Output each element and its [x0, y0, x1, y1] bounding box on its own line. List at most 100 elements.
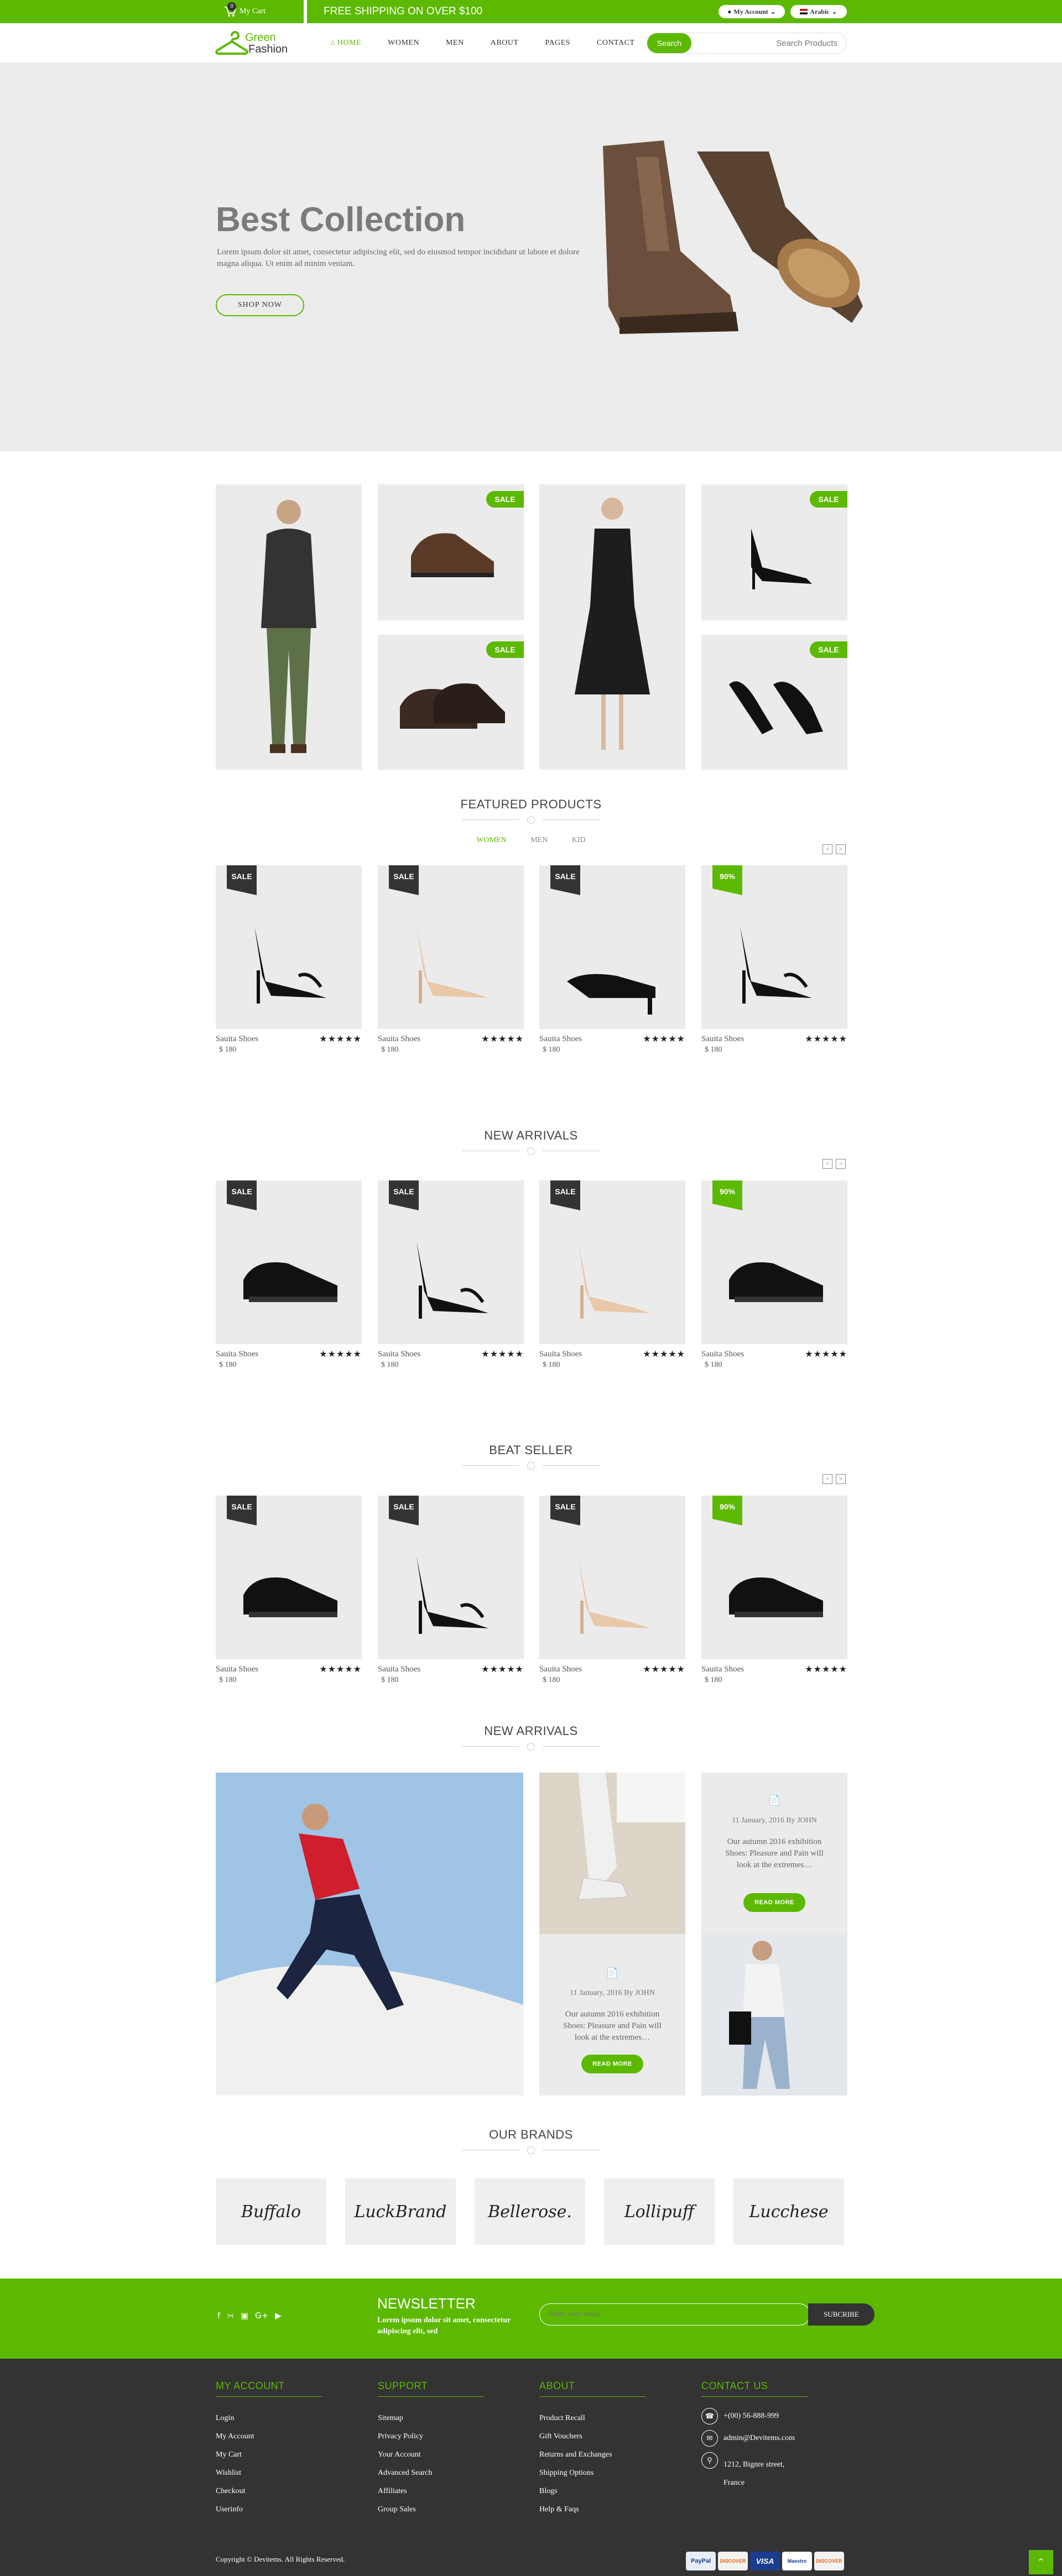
rss-icon[interactable]: ∺: [227, 2311, 234, 2321]
tab-kid[interactable]: KID: [572, 836, 586, 844]
footer-link[interactable]: Login: [216, 2409, 322, 2427]
product-name[interactable]: Sauita Shoes: [378, 1034, 420, 1044]
promo-tile-shoe-1[interactable]: SALE: [378, 484, 524, 620]
nav-home[interactable]: ⌂ HOME: [330, 39, 361, 48]
product-name[interactable]: Sauita Shoes: [216, 1034, 258, 1044]
product-name[interactable]: Sauita Shoes: [539, 1034, 582, 1044]
footer-link[interactable]: Gift Vouchers: [539, 2427, 645, 2446]
product-name[interactable]: Sauita Shoes: [216, 1665, 258, 1674]
product-name[interactable]: Sauita Shoes: [701, 1350, 744, 1359]
next-arrow-icon[interactable]: >: [836, 1474, 846, 1484]
promo-tile-man[interactable]: [216, 484, 362, 770]
nav-men[interactable]: MEN: [446, 39, 464, 48]
footer-link[interactable]: Wishlist: [216, 2464, 322, 2482]
promo-tile-woman[interactable]: [539, 484, 685, 770]
tab-men[interactable]: MEN: [530, 836, 548, 844]
product-card[interactable]: 90% Sauita Shoes ★★★★★ $ 180: [701, 865, 847, 1054]
shop-now-button[interactable]: SHOP NOW: [216, 294, 304, 316]
blog-image-3[interactable]: [701, 1934, 847, 2096]
newsletter-email-input[interactable]: [539, 2303, 810, 2326]
product-card[interactable]: SALE Sauita Shoes ★★★★★ $ 180: [539, 865, 685, 1054]
my-account-dropdown[interactable]: ● My Account ⌄: [719, 5, 785, 18]
product-name[interactable]: Sauita Shoes: [539, 1665, 582, 1674]
brand-logo-buffalo[interactable]: Buffalo: [216, 2178, 326, 2245]
product-card[interactable]: SALE Sauita Shoes ★★★★★ $ 180: [539, 1496, 685, 1684]
footer-link[interactable]: Advanced Search: [378, 2464, 484, 2482]
footer-link[interactable]: Checkout: [216, 2482, 322, 2500]
read-more-button[interactable]: READ MORE: [743, 1893, 805, 1912]
product-image[interactable]: SALE: [216, 1180, 362, 1344]
brand-logo-bellerose[interactable]: Bellerose.: [475, 2178, 585, 2245]
next-arrow-icon[interactable]: >: [836, 1159, 846, 1169]
brand-logo-lollipuff[interactable]: Lollipuff: [604, 2178, 715, 2245]
search-input[interactable]: [695, 33, 844, 53]
cart-link[interactable]: 0 My Cart: [224, 2, 301, 20]
language-dropdown[interactable]: Arabic ⌄: [790, 5, 847, 18]
product-card[interactable]: SALE Sauita Shoes ★★★★★ $ 180: [216, 865, 362, 1054]
scroll-to-top-button[interactable]: ⌃: [1029, 2550, 1053, 2574]
next-arrow-icon[interactable]: >: [836, 844, 846, 854]
product-image[interactable]: 90%: [701, 1180, 847, 1344]
facebook-icon[interactable]: f: [217, 2311, 220, 2321]
product-image[interactable]: SALE: [216, 1496, 362, 1659]
promo-tile-shoe-2[interactable]: SALE: [701, 484, 847, 620]
footer-link[interactable]: Blogs: [539, 2482, 645, 2500]
product-card[interactable]: SALE Sauita Shoes ★★★★★ $ 180: [378, 865, 524, 1054]
tab-women[interactable]: WOMEN: [476, 836, 506, 844]
footer-link[interactable]: Privacy Policy: [378, 2427, 484, 2446]
product-card[interactable]: 90% Sauita Shoes ★★★★★ $ 180: [701, 1180, 847, 1369]
product-card[interactable]: 90% Sauita Shoes ★★★★★ $ 180: [701, 1496, 847, 1684]
product-name[interactable]: Sauita Shoes: [378, 1665, 420, 1674]
product-card[interactable]: SALE Sauita Shoes ★★★★★ $ 180: [216, 1496, 362, 1684]
product-card[interactable]: SALE Sauita Shoes ★★★★★ $ 180: [539, 1180, 685, 1369]
footer-link[interactable]: Your Account: [378, 2446, 484, 2464]
product-image[interactable]: SALE: [539, 1180, 685, 1344]
nav-pages[interactable]: PAGES: [545, 39, 570, 48]
product-name[interactable]: Sauita Shoes: [378, 1350, 420, 1359]
read-more-button[interactable]: READ MORE: [581, 2055, 643, 2073]
product-name[interactable]: Sauita Shoes: [216, 1350, 258, 1359]
product-image[interactable]: 90%: [701, 1496, 847, 1659]
search-button[interactable]: Search: [647, 33, 691, 53]
nav-contact[interactable]: CONTACT: [597, 39, 635, 48]
footer-link[interactable]: Returns and Exchanges: [539, 2446, 645, 2464]
nav-women[interactable]: WOMEN: [388, 39, 419, 48]
footer-link[interactable]: Help & Faqs: [539, 2500, 645, 2518]
footer-link[interactable]: Sitemap: [378, 2409, 484, 2427]
footer-link[interactable]: My Account: [216, 2427, 322, 2446]
footer-link[interactable]: Userinfo: [216, 2500, 322, 2518]
footer-link[interactable]: Affiliates: [378, 2482, 484, 2500]
prev-arrow-icon[interactable]: <: [822, 1159, 832, 1169]
google-plus-icon[interactable]: G+: [255, 2311, 268, 2321]
product-card[interactable]: SALE Sauita Shoes ★★★★★ $ 180: [216, 1180, 362, 1369]
prev-arrow-icon[interactable]: <: [822, 1474, 832, 1484]
youtube-icon[interactable]: ▶: [275, 2311, 282, 2321]
promo-tile-shoe-4[interactable]: SALE: [701, 635, 847, 770]
product-image[interactable]: SALE: [216, 865, 362, 1029]
product-card[interactable]: SALE Sauita Shoes ★★★★★ $ 180: [378, 1496, 524, 1684]
blog-feature-image[interactable]: [216, 1773, 523, 2096]
promo-tile-shoe-3[interactable]: SALE: [378, 635, 524, 770]
footer-link[interactable]: Shipping Options: [539, 2464, 645, 2482]
subscribe-button[interactable]: SUBCRIBE: [808, 2303, 874, 2326]
product-card[interactable]: SALE Sauita Shoes ★★★★★ $ 180: [378, 1180, 524, 1369]
product-image[interactable]: SALE: [378, 1496, 524, 1659]
footer-link[interactable]: Product Recall: [539, 2409, 645, 2427]
brand-logo-luckbrand[interactable]: LuckBrand: [345, 2178, 456, 2245]
product-image[interactable]: SALE: [378, 1180, 524, 1344]
nav-about[interactable]: ABOUT: [491, 39, 519, 48]
product-image[interactable]: 90%: [701, 865, 847, 1029]
product-image[interactable]: SALE: [378, 865, 524, 1029]
product-image[interactable]: SALE: [539, 1496, 685, 1659]
prev-arrow-icon[interactable]: <: [822, 844, 832, 854]
product-name[interactable]: Sauita Shoes: [539, 1350, 582, 1359]
product-name[interactable]: Sauita Shoes: [701, 1665, 744, 1674]
site-logo[interactable]: Green Fashion: [215, 29, 309, 59]
product-image[interactable]: SALE: [539, 865, 685, 1029]
footer-link[interactable]: Group Sales: [378, 2500, 484, 2518]
blog-image-2[interactable]: [539, 1773, 685, 1934]
brand-logo-lucchese[interactable]: Lucchese: [733, 2178, 844, 2245]
instagram-icon[interactable]: ▣: [241, 2311, 248, 2321]
footer-link[interactable]: My Cart: [216, 2446, 322, 2464]
product-name[interactable]: Sauita Shoes: [701, 1034, 744, 1044]
